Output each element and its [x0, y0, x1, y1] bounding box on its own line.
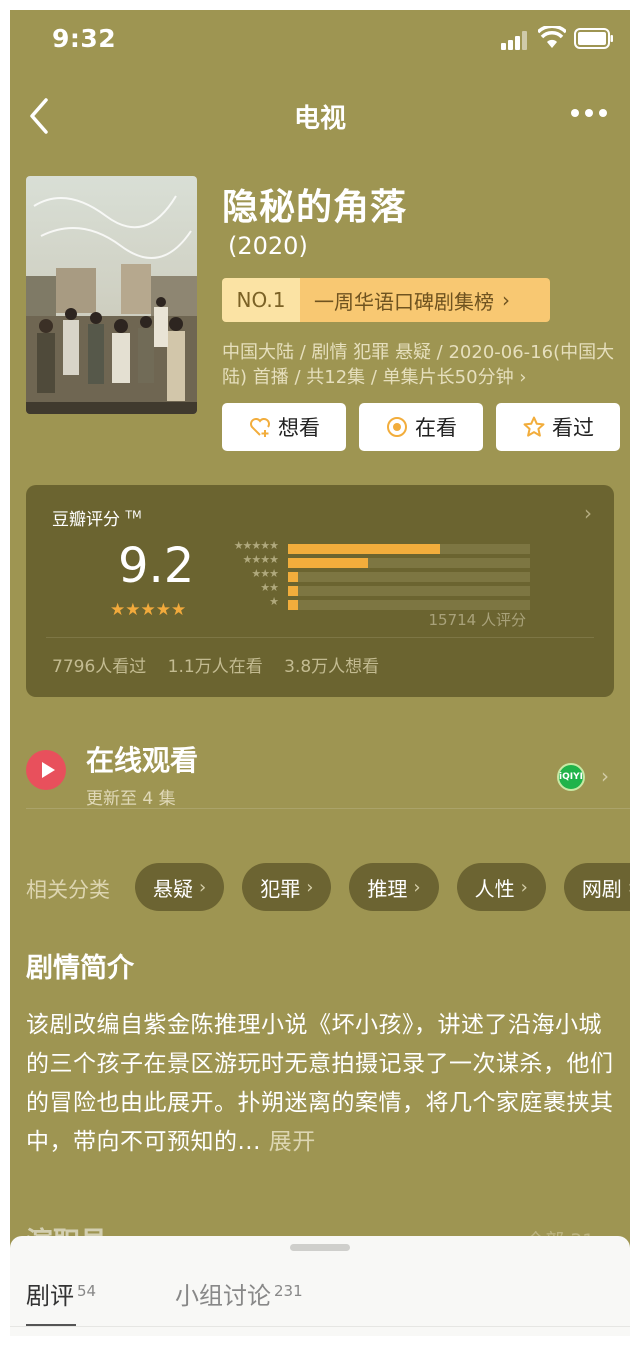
section-divider — [26, 808, 630, 809]
chevron-right-icon: › — [584, 501, 592, 525]
tab-group-discussion[interactable]: 小组讨论 231 — [175, 1276, 303, 1311]
chevron-right-icon: › — [199, 876, 207, 898]
star-outline-icon — [523, 416, 545, 437]
douban-rating-card[interactable]: 豆瓣评分 TM › 9.2 ★★★★★ ★★★★★ ★★★★ ★★★ ★★ ★ 1571… — [26, 485, 614, 697]
chevron-right-icon: › — [601, 764, 609, 788]
watched-button[interactable]: 看过 — [496, 403, 620, 451]
mark-buttons: 想看 在看 看过 — [222, 403, 620, 451]
watched-label: 看过 — [552, 416, 594, 440]
watching-button[interactable]: 在看 — [359, 403, 483, 451]
tab-reviews[interactable]: 剧评 54 — [26, 1276, 96, 1311]
category-tag[interactable]: 推理 › — [349, 863, 439, 911]
rating-count: 15714 人评分 — [428, 611, 527, 629]
watching-circle-icon — [387, 417, 407, 437]
rating-stats: 7796人看过 1.1万人在看 3.8万人想看 — [52, 652, 393, 677]
distribution-stars: ★★★★★ — [233, 539, 279, 552]
iqiyi-logo-icon: iQIYI — [557, 763, 585, 791]
rating-divider — [46, 637, 594, 638]
chevron-right-icon: › — [628, 877, 630, 898]
watched-count: 7796人看过 — [52, 657, 147, 677]
chevron-right-icon: › — [306, 876, 314, 898]
wifi-icon — [538, 26, 566, 48]
chevron-right-icon: › — [502, 288, 510, 312]
chevron-right-icon: › — [413, 876, 421, 898]
rating-score: 9.2 — [118, 538, 195, 594]
heart-plus-icon — [250, 418, 270, 437]
category-tag[interactable]: 网剧› — [563, 863, 630, 911]
more-icon[interactable] — [569, 102, 609, 122]
want-to-watch-label: 想看 — [278, 416, 320, 440]
synopsis-title: 剧情简介 — [26, 953, 134, 984]
distribution-bar — [288, 558, 368, 568]
online-watch-row[interactable]: 在线观看 更新至 4 集 iQIYI › — [10, 734, 630, 814]
category-tag[interactable]: 犯罪 › — [242, 863, 332, 911]
ranking-badge[interactable]: NO.1 一周华语口碑剧集榜 › — [222, 278, 550, 322]
show-title: 隐秘的角落 — [222, 187, 408, 228]
nav-bar: 电视 — [10, 88, 630, 138]
online-watch-title: 在线观看 — [86, 744, 199, 777]
want-count: 3.8万人想看 — [284, 657, 380, 677]
watching-count: 1.1万人在看 — [167, 657, 263, 677]
nav-title: 电视 — [293, 104, 346, 134]
online-watch-subtitle: 更新至 4 集 — [86, 789, 176, 809]
category-tag[interactable]: 人性 › — [456, 863, 546, 911]
distribution-bar — [288, 586, 298, 596]
distribution-track — [288, 572, 530, 582]
expand-link[interactable]: 展开 — [269, 1129, 316, 1155]
show-poster[interactable] — [26, 176, 197, 414]
phone-screen: 9:32 电视 隐秘的角落 (2020) NO.1 一周华语口碑剧集榜 › 中国… — [10, 10, 630, 1336]
distribution-stars: ★ — [269, 595, 279, 608]
distribution-stars: ★★★ — [251, 567, 279, 580]
status-time: 9:32 — [52, 24, 117, 53]
battery-icon — [574, 28, 613, 49]
distribution-bar — [288, 600, 298, 610]
category-tag[interactable]: 悬疑 › — [135, 863, 225, 911]
want-to-watch-button[interactable]: 想看 — [222, 403, 346, 451]
distribution-stars: ★★★★ — [242, 553, 279, 566]
category-tags: 悬疑› 犯罪› 推理› 人性› 网剧› — [135, 863, 630, 911]
sheet-grabber[interactable] — [290, 1244, 350, 1251]
chevron-right-icon: › — [520, 876, 528, 898]
sheet-divider — [10, 1326, 630, 1327]
rank-number: NO.1 — [222, 278, 300, 322]
distribution-track — [288, 558, 530, 568]
rank-label-box: 一周华语口碑剧集榜 › — [300, 278, 550, 322]
category-label: 相关分类 — [26, 878, 110, 902]
synopsis-text: 该剧改编自紫金陈推理小说《坏小孩》，讲述了沿海小城的三个孩子在景区游玩时无意拍摄… — [26, 1012, 614, 1155]
distribution-bar — [288, 544, 441, 554]
rating-label: 豆瓣评分 TM — [52, 508, 142, 530]
play-icon — [26, 750, 66, 790]
show-meta-info[interactable]: 中国大陆 / 剧情 犯罪 悬疑 / 2020-06-16(中国大陆) 首播 / … — [222, 340, 620, 390]
bottom-sheet[interactable]: 剧评 54 小组讨论 231 — [10, 1236, 630, 1336]
show-year: (2020) — [228, 232, 308, 260]
distribution-track — [288, 586, 530, 596]
distribution-stars: ★★ — [260, 581, 279, 594]
rank-label: 一周华语口碑剧集榜 — [314, 289, 494, 314]
distribution-bar — [288, 572, 298, 582]
watching-label: 在看 — [415, 416, 457, 440]
signal-icon — [501, 30, 531, 50]
distribution-track — [288, 544, 530, 554]
status-bar: 9:32 — [10, 10, 630, 70]
rating-stars: ★★★★★ — [110, 600, 187, 620]
